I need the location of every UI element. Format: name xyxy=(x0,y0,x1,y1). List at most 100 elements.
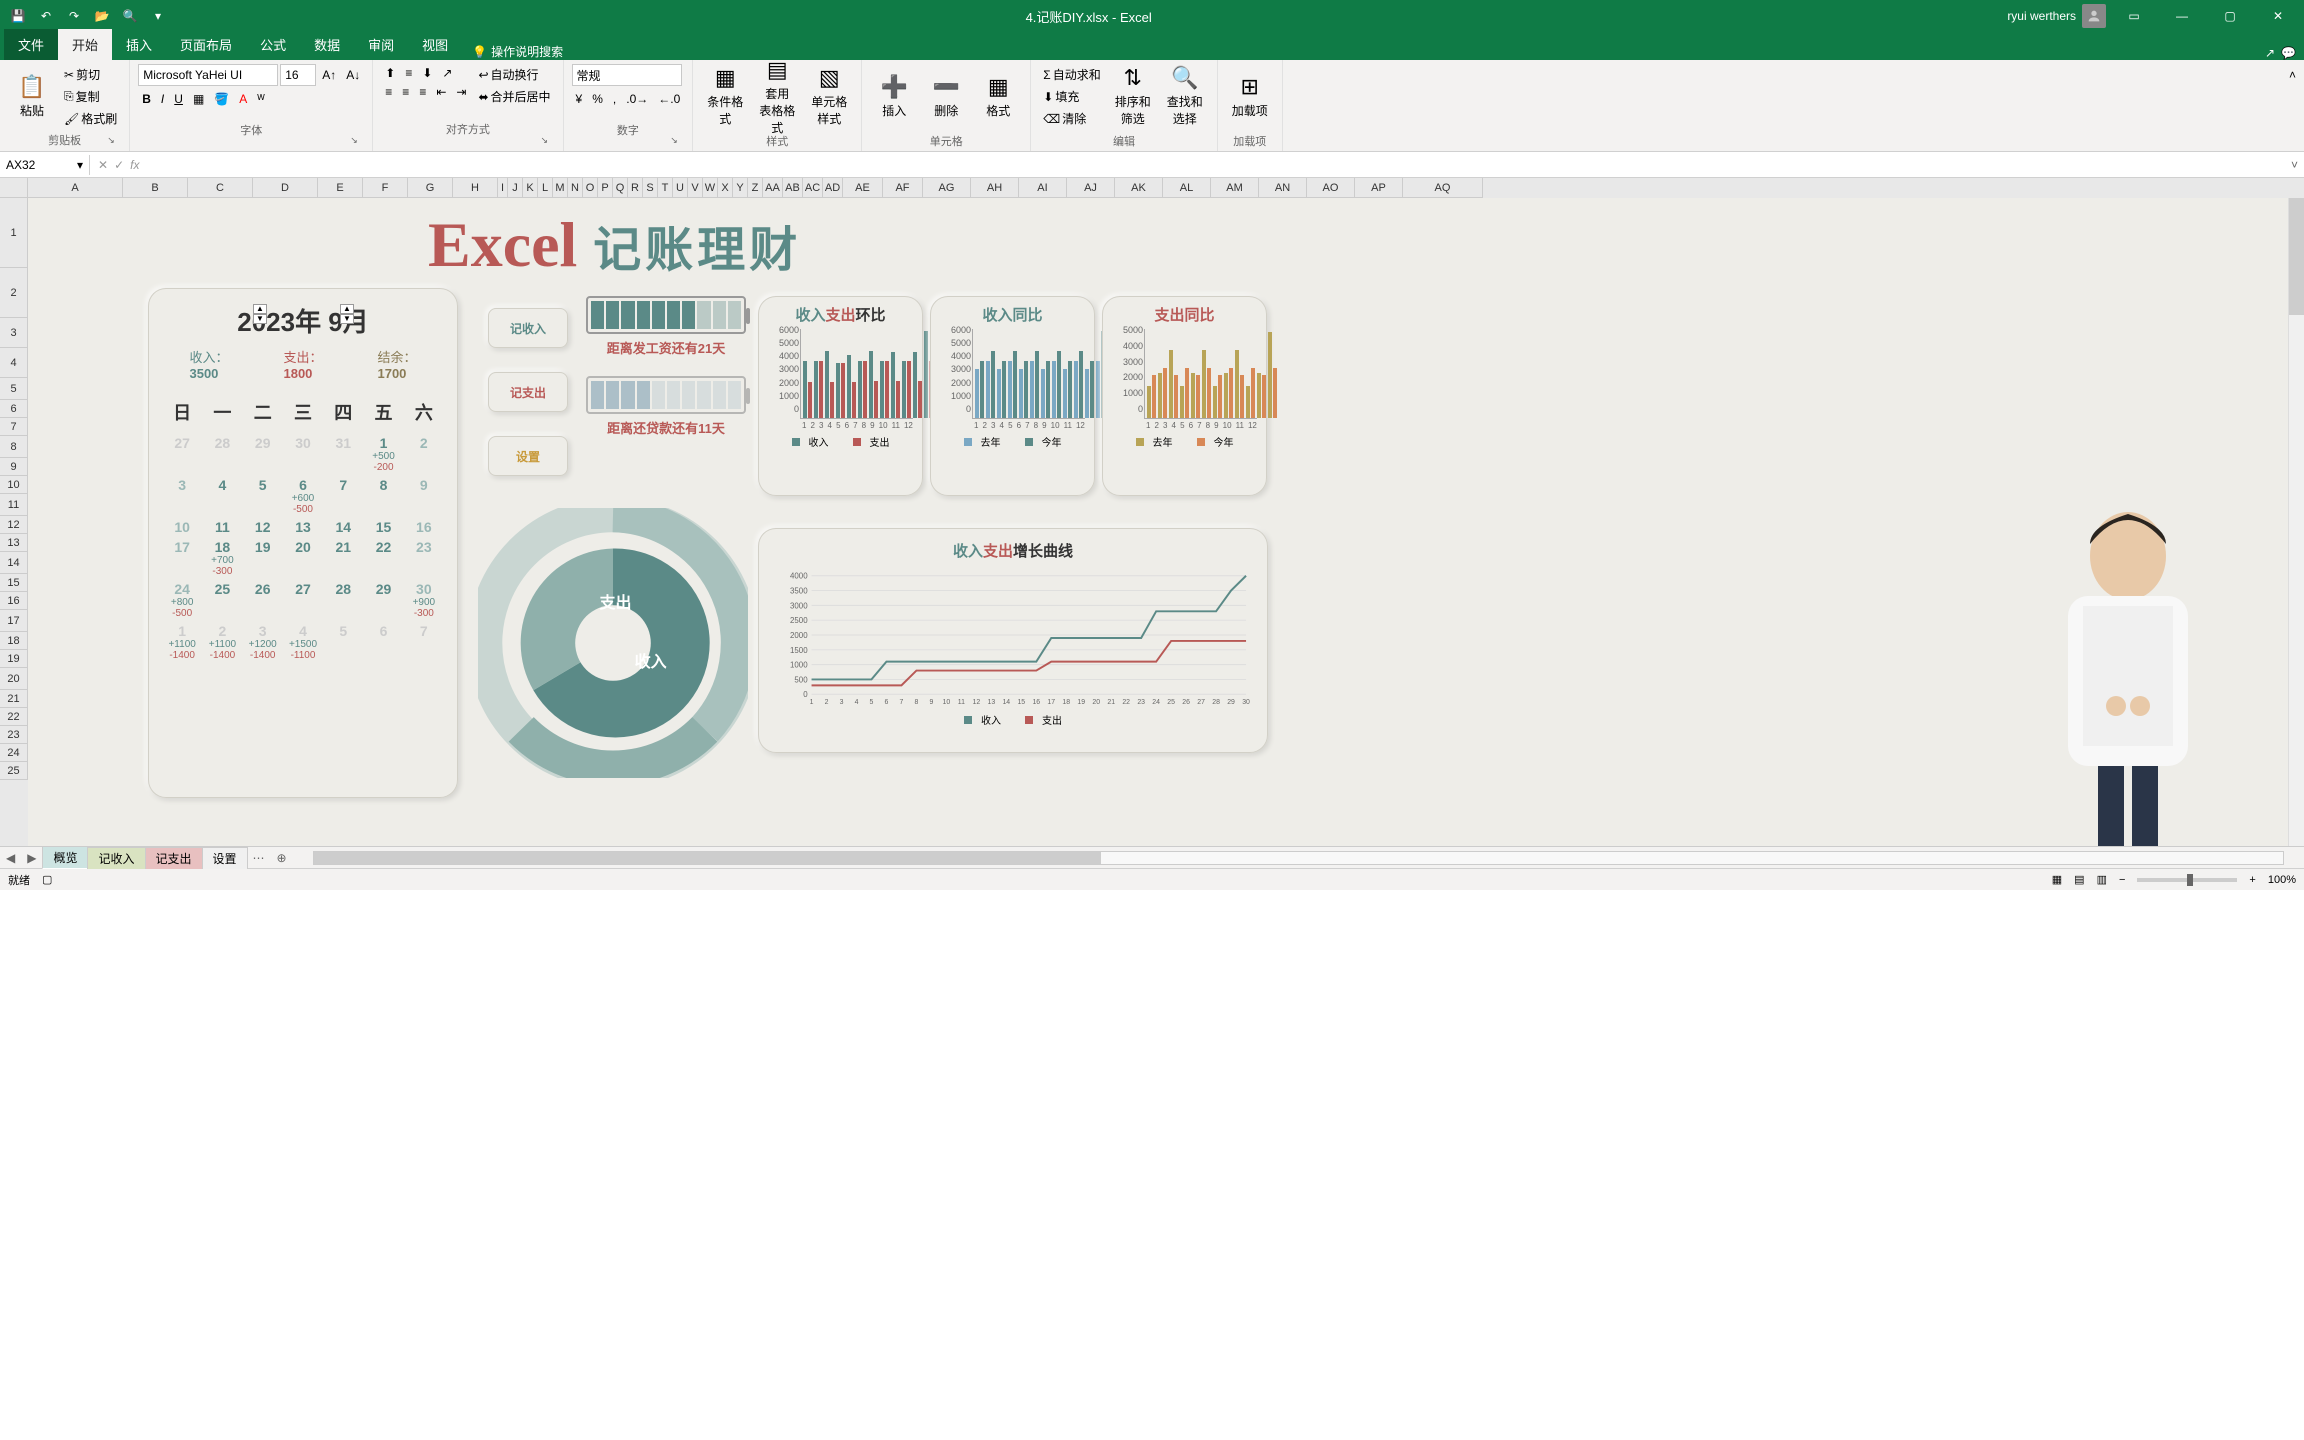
tab-insert[interactable]: 插入 xyxy=(112,29,166,60)
cancel-formula-icon[interactable]: ✕ xyxy=(98,158,108,172)
sheet-tab-expense[interactable]: 记支出 xyxy=(145,847,203,869)
align-top-button[interactable]: ⬆ xyxy=(381,64,399,82)
find-select-button[interactable]: 🔍查找和选择 xyxy=(1161,64,1209,128)
insert-cells-button[interactable]: ➕插入 xyxy=(870,64,918,128)
font-launcher-icon[interactable]: ↘ xyxy=(350,135,364,149)
fill-button[interactable]: ⬇填充 xyxy=(1039,86,1104,107)
worksheet-area[interactable]: Excel 记账理财 2023年 9月 ▲▼ ▲▼ 收入：3500 支出：180… xyxy=(28,198,2288,846)
cell-styles-button[interactable]: ▧单元格样式 xyxy=(805,64,853,128)
align-middle-button[interactable]: ≡ xyxy=(401,64,416,82)
clear-button[interactable]: ⌫清除 xyxy=(1039,108,1104,129)
sheet-nav-prev-icon[interactable]: ◀ xyxy=(0,851,21,865)
vertical-scrollbar[interactable] xyxy=(2288,198,2304,846)
tab-file[interactable]: 文件 xyxy=(4,29,58,60)
view-normal-icon[interactable]: ▦ xyxy=(2052,873,2062,886)
undo-icon[interactable]: ↶ xyxy=(34,4,58,28)
record-expense-button[interactable]: 记支出 xyxy=(488,372,568,412)
font-size-combo[interactable]: 16 xyxy=(280,64,316,86)
macro-record-icon[interactable]: ▢ xyxy=(42,873,52,886)
record-income-button[interactable]: 记收入 xyxy=(488,308,568,348)
tell-me-search[interactable]: 💡 操作说明搜索 xyxy=(462,43,573,60)
zoom-out-icon[interactable]: − xyxy=(2119,874,2125,886)
wrap-text-button[interactable]: ↩自动换行 xyxy=(474,64,554,85)
border-button[interactable]: ▦ xyxy=(189,90,208,108)
sheet-tab-income[interactable]: 记收入 xyxy=(87,847,145,869)
align-left-button[interactable]: ≡ xyxy=(381,83,396,101)
zoom-slider[interactable] xyxy=(2137,878,2237,882)
row-headers[interactable]: 1234567891011121314151617181920212223242… xyxy=(0,198,28,846)
redo-icon[interactable]: ↷ xyxy=(62,4,86,28)
currency-button[interactable]: ¥ xyxy=(572,90,587,108)
delete-cells-button[interactable]: ➖删除 xyxy=(922,64,970,128)
tab-view[interactable]: 视图 xyxy=(408,29,462,60)
indent-inc-button[interactable]: ⇥ xyxy=(452,83,470,101)
year-spinner[interactable]: ▲▼ xyxy=(253,304,267,324)
sort-filter-button[interactable]: ⇅排序和筛选 xyxy=(1109,64,1157,128)
number-launcher-icon[interactable]: ↘ xyxy=(670,135,684,149)
tab-data[interactable]: 数据 xyxy=(300,29,354,60)
namebox-dropdown-icon[interactable]: ▾ xyxy=(77,158,83,172)
column-headers[interactable]: ABCDEFGHIJKLMNOPQRSTUVWXYZAAABACADAEAFAG… xyxy=(28,178,2304,198)
clipboard-launcher-icon[interactable]: ↘ xyxy=(107,135,121,149)
number-format-combo[interactable]: 常规 xyxy=(572,64,682,86)
formula-input[interactable] xyxy=(147,162,2285,168)
alignment-launcher-icon[interactable]: ↘ xyxy=(541,135,555,149)
underline-button[interactable]: U xyxy=(170,90,187,108)
inc-decimal-button[interactable]: .0→ xyxy=(622,90,652,108)
comments-icon[interactable]: 💬 xyxy=(2281,46,2296,60)
minimize-icon[interactable]: — xyxy=(2162,2,2202,30)
enter-formula-icon[interactable]: ✓ xyxy=(114,158,124,172)
maximize-icon[interactable]: ▢ xyxy=(2210,2,2250,30)
tab-home[interactable]: 开始 xyxy=(58,29,112,60)
month-spinner[interactable]: ▲▼ xyxy=(340,304,354,324)
print-preview-icon[interactable]: 🔍 xyxy=(118,4,142,28)
tab-formulas[interactable]: 公式 xyxy=(246,29,300,60)
expand-formula-icon[interactable]: ˅ xyxy=(2285,158,2304,172)
grow-font-button[interactable]: A↑ xyxy=(318,64,340,86)
percent-button[interactable]: % xyxy=(588,90,607,108)
comma-button[interactable]: , xyxy=(609,90,620,108)
format-cells-button[interactable]: ▦格式 xyxy=(974,64,1022,128)
sheet-more-icon[interactable]: ⋯ xyxy=(247,851,271,865)
sheet-nav-next-icon[interactable]: ▶ xyxy=(21,851,42,865)
add-sheet-icon[interactable]: ⊕ xyxy=(271,851,293,865)
qat-customize-icon[interactable]: ▾ xyxy=(146,4,170,28)
shrink-font-button[interactable]: A↓ xyxy=(342,64,364,86)
close-icon[interactable]: ✕ xyxy=(2258,2,2298,30)
merge-center-button[interactable]: ⬌合并后居中 xyxy=(474,86,554,107)
copy-button[interactable]: ⎘复制 xyxy=(60,86,121,107)
fill-color-button[interactable]: 🪣 xyxy=(210,90,233,108)
open-icon[interactable]: 📂 xyxy=(90,4,114,28)
tab-layout[interactable]: 页面布局 xyxy=(166,29,246,60)
zoom-in-icon[interactable]: + xyxy=(2249,874,2255,886)
addins-button[interactable]: ⊞加载项 xyxy=(1226,64,1274,128)
orientation-button[interactable]: ↗ xyxy=(438,64,456,82)
dec-decimal-button[interactable]: ←.0 xyxy=(654,90,684,108)
phonetic-button[interactable]: ᵂ xyxy=(253,90,268,108)
settings-button[interactable]: 设置 xyxy=(488,436,568,476)
bold-button[interactable]: B xyxy=(138,90,155,108)
select-all-corner[interactable] xyxy=(0,178,28,198)
fx-icon[interactable]: fx xyxy=(130,158,139,172)
font-name-combo[interactable]: Microsoft YaHei UI xyxy=(138,64,278,86)
align-right-button[interactable]: ≡ xyxy=(415,83,430,101)
font-color-button[interactable]: A xyxy=(235,90,251,108)
user-avatar-icon[interactable] xyxy=(2082,4,2106,28)
align-center-button[interactable]: ≡ xyxy=(398,83,413,101)
view-page-layout-icon[interactable]: ▤ xyxy=(2074,873,2084,886)
tab-review[interactable]: 审阅 xyxy=(354,29,408,60)
paste-button[interactable]: 📋 粘贴 xyxy=(8,64,56,128)
format-painter-button[interactable]: 🖌格式刷 xyxy=(60,108,121,129)
align-bottom-button[interactable]: ⬇ xyxy=(418,64,436,82)
save-icon[interactable]: 💾 xyxy=(6,4,30,28)
view-page-break-icon[interactable]: ▥ xyxy=(2097,873,2107,886)
italic-button[interactable]: I xyxy=(157,90,168,108)
indent-dec-button[interactable]: ⇤ xyxy=(432,83,450,101)
horizontal-scrollbar[interactable] xyxy=(313,851,2284,865)
zoom-level[interactable]: 100% xyxy=(2268,874,2296,886)
sheet-tab-settings[interactable]: 设置 xyxy=(202,847,248,869)
ribbon-options-icon[interactable]: ▭ xyxy=(2114,2,2154,30)
name-box[interactable]: AX32▾ xyxy=(0,155,90,175)
share-icon[interactable]: ↗ xyxy=(2265,46,2275,60)
autosum-button[interactable]: Σ自动求和 xyxy=(1039,64,1104,85)
